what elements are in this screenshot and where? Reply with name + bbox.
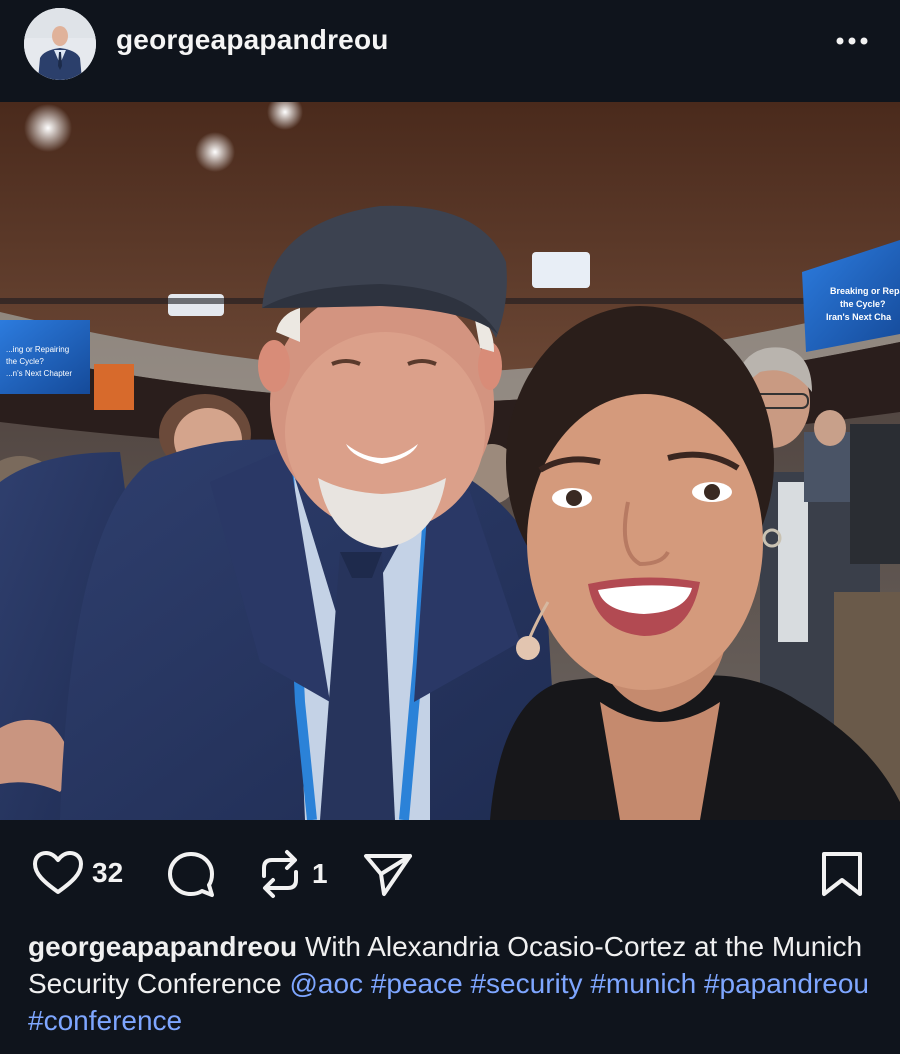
comment-icon <box>168 852 214 897</box>
more-horizontal-icon <box>836 37 868 45</box>
share-button[interactable] <box>362 850 414 898</box>
screen-right-line-3: Iran's Next Cha <box>826 312 892 322</box>
post-view: georgeapapandreou ...ing or Repairing th… <box>0 0 900 1054</box>
stage-screen-left: ...ing or Repairing the Cycle? ...n's Ne… <box>0 320 90 394</box>
avatar[interactable] <box>24 8 96 80</box>
hashtag-security[interactable]: #security <box>470 968 582 999</box>
like-count: 32 <box>92 857 124 888</box>
screen-right-line-1: Breaking or Repa <box>830 286 900 296</box>
screen-left-line-2: the Cycle? <box>6 357 44 366</box>
save-button[interactable] <box>820 850 864 898</box>
hashtag-munich[interactable]: #munich <box>590 968 696 999</box>
hashtag-conference[interactable]: #conference <box>28 1005 182 1036</box>
post-author-username[interactable]: georgeapapandreou <box>116 24 389 56</box>
comment-button[interactable] <box>166 850 216 900</box>
heart-icon <box>33 851 83 894</box>
like-button[interactable]: 32 <box>32 850 123 896</box>
screen-left-line-1: ...ing or Repairing <box>6 345 69 354</box>
hashtag-peace[interactable]: #peace <box>371 968 463 999</box>
send-icon <box>364 854 412 896</box>
more-options-button[interactable] <box>832 26 872 56</box>
mention-aoc[interactable]: @aoc <box>289 968 363 999</box>
repost-icon <box>262 850 298 898</box>
post-caption: georgeapapandreou With Alexandria Ocasio… <box>28 928 878 1039</box>
repost-button[interactable]: 1 <box>256 848 328 900</box>
repost-count: 1 <box>312 858 328 889</box>
post-actions: 32 1 <box>0 820 900 930</box>
hashtag-papandreou[interactable]: #papandreou <box>704 968 869 999</box>
caption-username[interactable]: georgeapapandreou <box>28 931 297 962</box>
post-photo[interactable]: ...ing or Repairing the Cycle? ...n's Ne… <box>0 102 900 820</box>
post-header: georgeapapandreou <box>0 0 900 100</box>
screen-left-line-3: ...n's Next Chapter <box>6 369 72 378</box>
screen-right-line-2: the Cycle? <box>840 299 886 309</box>
bookmark-icon <box>822 852 862 896</box>
